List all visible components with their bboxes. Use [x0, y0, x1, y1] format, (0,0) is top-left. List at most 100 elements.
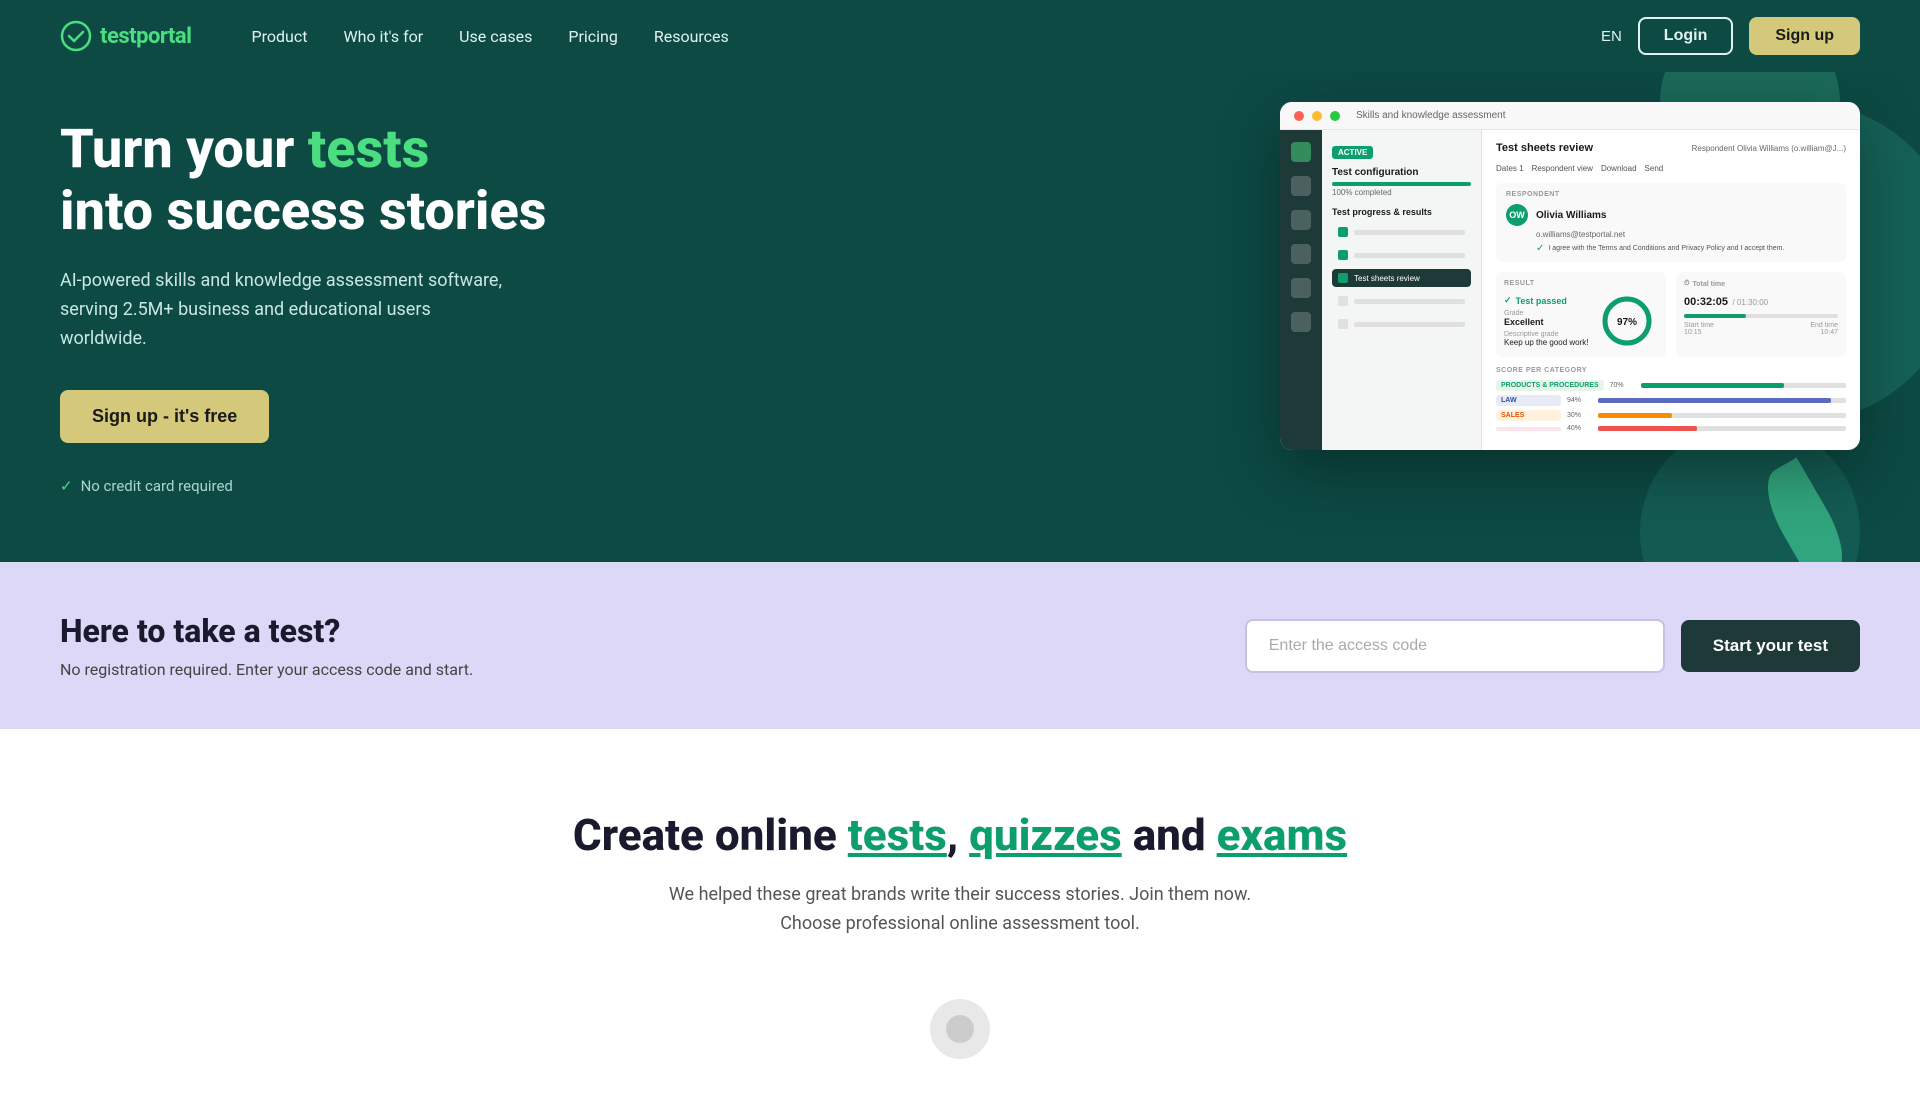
hero-title-prefix: Turn your [60, 118, 308, 181]
hero-cta-button[interactable]: Sign up - it's free [60, 390, 269, 443]
create-title-and: and [1133, 809, 1217, 861]
action-dates: Dates 1 [1496, 164, 1524, 173]
action-send-label: Send [1645, 164, 1664, 173]
score-row-3: SALES 30% [1496, 410, 1846, 421]
config-progress-fill [1332, 182, 1471, 186]
login-button[interactable]: Login [1638, 17, 1734, 55]
create-title-prefix: Create online [573, 809, 848, 861]
status-badge: ACTIVE [1332, 146, 1373, 159]
create-desc-line2: Choose professional online assessment to… [780, 913, 1140, 934]
mockup-body: ACTIVE Test configuration 100% completed… [1280, 130, 1860, 450]
nav-who[interactable]: Who it's for [343, 27, 423, 46]
create-section: Create online tests, quizzes and exams W… [0, 729, 1920, 1119]
timer-value-row: 00:32:05 / 01:30:00 [1684, 292, 1838, 310]
config-title: Test configuration [1332, 167, 1471, 178]
hero-title: Turn your tests into success stories [60, 119, 547, 243]
brand-logo-carousel [60, 979, 1860, 1079]
panel-item-4 [1332, 292, 1471, 310]
check-icon: ✓ [60, 477, 73, 495]
score-bar-fill-4 [1598, 426, 1697, 431]
panel-item-3-text: Test sheets review [1354, 274, 1420, 283]
sidebar-icon-5 [1291, 278, 1311, 298]
language-selector[interactable]: EN [1601, 28, 1622, 45]
sidebar-icon-3 [1291, 210, 1311, 230]
hero-section: Turn your tests into success stories AI-… [0, 72, 1920, 562]
panel-item-2 [1332, 246, 1471, 264]
result-check-icon: ✓ [1504, 295, 1512, 306]
svg-text:97%: 97% [1617, 317, 1637, 328]
timer-total: / 01:30:00 [1733, 298, 1769, 307]
score-cat-3: SALES [1496, 410, 1561, 421]
score-cat-2: LAW [1496, 395, 1561, 406]
sidebar-icon-4 [1291, 244, 1311, 264]
create-link-exams[interactable]: exams [1217, 809, 1347, 861]
panel-item-5 [1332, 315, 1471, 333]
panel-check-5 [1338, 319, 1348, 329]
main-header: Test sheets review Respondent Olivia Wil… [1496, 142, 1846, 154]
result-label: RESULT [1504, 280, 1658, 287]
timer-time: 00:32:05 [1684, 296, 1728, 308]
respondent-avatar: OW [1506, 204, 1528, 226]
action-view: Respondent view [1532, 164, 1593, 173]
hero-description: AI-powered skills and knowledge assessme… [60, 267, 520, 353]
take-test-title: Here to take a test? [60, 612, 473, 650]
respondent-info: Respondent Olivia Williams (o.william@J.… [1692, 144, 1846, 153]
timer-time-values: 10:15 10:47 [1684, 329, 1838, 336]
create-description: We helped these great brands write their… [660, 881, 1260, 939]
take-test-description: No registration required. Enter your acc… [60, 660, 473, 679]
logo-icon [60, 20, 92, 52]
respondent-consent: ✓ I agree with the Terms and Conditions … [1536, 243, 1836, 254]
signup-button[interactable]: Sign up [1749, 17, 1860, 55]
score-pct-3: 30% [1567, 412, 1592, 419]
score-section: SCORE PER CATEGORY PRODUCTS & PROCEDURES… [1496, 367, 1846, 432]
main-header-title: Test sheets review [1496, 142, 1593, 154]
mockup-sidebar [1280, 130, 1322, 450]
score-bar-wrap-2 [1598, 398, 1846, 403]
window-close-dot [1294, 111, 1304, 121]
score-bar-wrap-4 [1598, 426, 1846, 431]
take-test-section: Here to take a test? No registration req… [0, 562, 1920, 729]
respondent-section-label: RESPONDENT [1506, 191, 1836, 198]
take-test-left: Here to take a test? No registration req… [60, 612, 473, 679]
panel-item-1 [1332, 223, 1471, 241]
sidebar-icon-6 [1291, 312, 1311, 332]
create-link-tests[interactable]: tests [848, 809, 947, 861]
result-section: RESULT ✓ Test passed Grade Excellent Des… [1496, 272, 1846, 357]
timer-label-text: Total time [1692, 281, 1725, 288]
brand-logo-1 [930, 999, 990, 1059]
start-time-label: Start time [1684, 322, 1714, 329]
hero-title-highlight: tests [308, 118, 430, 181]
score-bar-wrap-1 [1641, 383, 1846, 388]
main-actions: Dates 1 Respondent view Download Send [1496, 164, 1846, 173]
action-dates-label: Dates 1 [1496, 164, 1524, 173]
nav-resources[interactable]: Resources [654, 27, 729, 46]
nav-product[interactable]: Product [252, 27, 308, 46]
timer-box: ⏱ Total time 00:32:05 / 01:30:00 Start t… [1676, 272, 1846, 357]
nav-pricing[interactable]: Pricing [568, 27, 618, 46]
score-section-label: SCORE PER CATEGORY [1496, 367, 1846, 374]
score-pct-1: 70% [1610, 382, 1635, 389]
nav-use-cases[interactable]: Use cases [459, 27, 532, 46]
timer-bar-fill [1684, 314, 1746, 318]
score-row-1: PRODUCTS & PROCEDURES 70% [1496, 380, 1846, 391]
panel-bar-1 [1354, 230, 1465, 235]
create-link-quizzes[interactable]: quizzes [969, 809, 1122, 861]
result-status: ✓ Test passed [1504, 295, 1589, 306]
logo[interactable]: testportal [60, 20, 192, 52]
start-time-value: 10:15 [1684, 329, 1702, 336]
action-send: Send [1645, 164, 1664, 173]
score-row-2: LAW 94% [1496, 395, 1846, 406]
hero-title-suffix: into success stories [60, 180, 547, 243]
progress-title: Test progress & results [1332, 207, 1471, 217]
start-test-button[interactable]: Start your test [1681, 620, 1860, 672]
hero-note-text: No credit card required [81, 477, 233, 495]
result-desc-value: Keep up the good work! [1504, 338, 1589, 347]
respondent-name-row: OW Olivia Williams [1506, 204, 1836, 226]
mockup-topbar-title: Skills and knowledge assessment [1356, 110, 1846, 121]
panel-check-3 [1338, 273, 1348, 283]
window-expand-dot [1330, 111, 1340, 121]
access-code-input[interactable] [1245, 619, 1665, 673]
app-mockup: Skills and knowledge assessment ACTIVE T… [1280, 102, 1860, 450]
timer-bar [1684, 314, 1838, 318]
result-grade-label: Grade [1504, 310, 1589, 317]
